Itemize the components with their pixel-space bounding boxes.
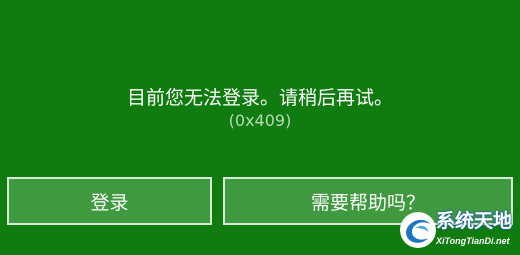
error-screen: 目前您无法登录。请稍后再试。 (0x409) 登录 需要帮助吗？ 系统天地 Xi…: [0, 0, 520, 255]
error-code: (0x409): [228, 111, 292, 130]
sign-in-button[interactable]: 登录: [7, 177, 212, 225]
sign-in-button-label: 登录: [90, 191, 129, 214]
watermark-url: XiTongTianDi.net: [436, 236, 510, 246]
error-message: 目前您无法登录。请稍后再试。: [126, 87, 393, 109]
watermark-title: 系统天地: [436, 210, 513, 232]
swirl-logo-icon: [400, 212, 436, 248]
watermark: 系统天地 XiTongTianDi.net: [398, 208, 518, 254]
